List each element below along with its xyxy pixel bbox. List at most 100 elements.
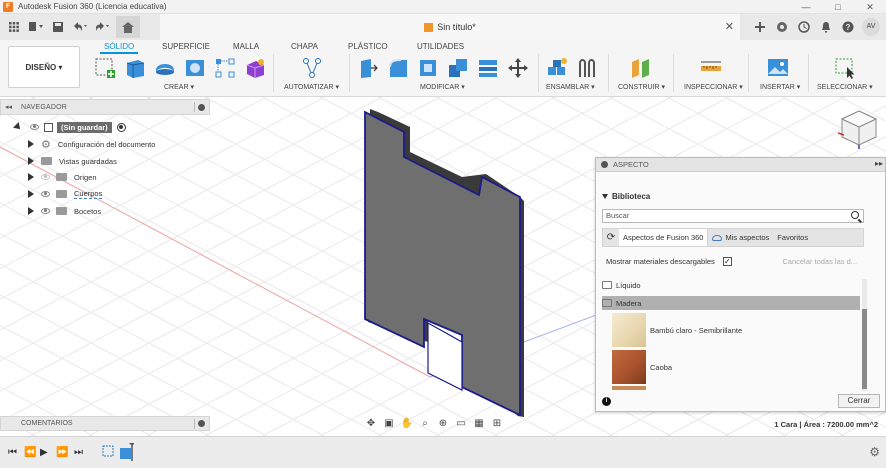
solid-body[interactable] [364, 109, 524, 417]
navigator-header[interactable]: ◂◂ NAVEGADOR [0, 99, 210, 115]
grid-settings-icon[interactable]: ▦ [472, 417, 486, 431]
group-modify-label[interactable]: MODIFICAR ▾ [420, 83, 465, 91]
search-input[interactable]: Buscar [602, 209, 864, 223]
search-icon[interactable] [851, 211, 859, 219]
cancel-downloads-link[interactable]: Cancelar todas las d... [782, 257, 857, 266]
tab-my-appearances[interactable]: Mis aspectos [708, 233, 773, 242]
pin-icon[interactable] [198, 104, 205, 111]
combine-icon[interactable] [447, 57, 469, 79]
split-body-icon[interactable] [477, 57, 499, 79]
expand-icon[interactable] [28, 140, 34, 148]
move-icon[interactable] [507, 57, 529, 79]
pattern-icon[interactable] [214, 57, 236, 79]
fit-icon[interactable]: ⊕ [436, 417, 450, 431]
scrollbar-thumb[interactable] [862, 309, 867, 389]
close-window-button[interactable]: ✕ [854, 0, 886, 14]
group-select-label[interactable]: SELECCIONAR ▾ [817, 83, 873, 91]
expand-icon[interactable] [28, 173, 34, 181]
tab-surface[interactable]: SUPERFICIE [162, 42, 210, 51]
timeline-extrude-feature-icon[interactable] [118, 443, 135, 461]
expand-panel-icon[interactable]: ▸▸ [875, 159, 883, 168]
grid-menu-icon[interactable] [6, 19, 22, 35]
group-automate-label[interactable]: AUTOMATIZAR ▾ [284, 83, 339, 91]
expand-icon[interactable] [28, 207, 34, 215]
measure-icon[interactable] [700, 57, 722, 79]
activate-radio-icon[interactable] [116, 122, 126, 132]
timeline-settings-gear-icon[interactable]: ⚙ [869, 445, 880, 459]
play-icon[interactable]: ▶ [40, 447, 48, 458]
tab-utilities[interactable]: UTILIDADES [417, 42, 464, 51]
info-icon[interactable]: i [602, 397, 611, 406]
materials-scrollbar[interactable] [862, 279, 867, 391]
job-status-icon[interactable] [796, 19, 812, 35]
extrude-icon[interactable] [124, 57, 146, 79]
go-to-end-icon[interactable]: ⏭ [74, 447, 83, 458]
automate-icon[interactable] [301, 57, 323, 79]
tab-sheet-metal[interactable]: CHAPA [291, 42, 318, 51]
group-construct-label[interactable]: CONSTRUIR ▾ [618, 83, 665, 91]
refresh-icon[interactable]: ⟳ [603, 229, 619, 246]
category-liquid[interactable]: Líquido [602, 278, 860, 292]
tab-favorites[interactable]: Favoritos [773, 233, 812, 242]
undo-icon[interactable] [72, 19, 88, 35]
minimize-button[interactable]: — [790, 0, 822, 14]
maximize-button[interactable]: □ [822, 0, 854, 14]
pin-icon[interactable] [601, 161, 608, 168]
select-icon[interactable] [834, 57, 856, 79]
file-menu-icon[interactable] [28, 19, 44, 35]
user-avatar[interactable]: AV [862, 18, 880, 36]
display-settings-icon[interactable]: ▭ [454, 417, 468, 431]
expand-icon[interactable] [28, 190, 34, 198]
notifications-icon[interactable] [818, 19, 834, 35]
new-tab-icon[interactable] [752, 19, 768, 35]
show-downloadable-checkbox[interactable]: ✓ [722, 257, 732, 266]
shell-icon[interactable] [417, 57, 439, 79]
tab-mesh[interactable]: MALLA [233, 42, 259, 51]
visibility-eye-icon[interactable] [41, 174, 50, 180]
collapse-triangle-icon[interactable] [602, 194, 608, 199]
step-forward-icon[interactable]: ⏩ [56, 447, 68, 458]
visibility-eye-icon[interactable] [30, 124, 39, 130]
hole-icon[interactable] [184, 57, 206, 79]
visibility-eye-icon[interactable] [41, 191, 50, 197]
go-to-start-icon[interactable]: ⏮ [8, 447, 17, 458]
viewports-icon[interactable]: ⊞ [490, 417, 504, 431]
comments-header[interactable]: COMENTARIOS [0, 416, 210, 431]
extensions-icon[interactable] [774, 19, 790, 35]
form-icon[interactable] [244, 57, 266, 79]
close-document-icon[interactable]: ✕ [725, 20, 734, 33]
tree-root[interactable]: (Sin guardar) [13, 120, 126, 134]
tree-item-bodies[interactable]: Cuerpos [28, 187, 103, 201]
revolve-icon[interactable] [154, 57, 176, 79]
redo-icon[interactable] [94, 19, 110, 35]
home-button[interactable] [116, 16, 140, 38]
new-component-icon[interactable] [546, 57, 568, 79]
press-pull-icon[interactable] [357, 57, 379, 79]
library-section-header[interactable]: Biblioteca [602, 192, 650, 201]
tree-item-sketches[interactable]: Bocetos [28, 204, 101, 218]
close-button[interactable]: Cerrar [838, 394, 880, 408]
group-inspect-label[interactable]: INSPECCIONAR ▾ [684, 83, 743, 91]
help-icon[interactable]: ? [840, 19, 856, 35]
tree-item-origin[interactable]: Origen [28, 170, 97, 184]
zoom-icon[interactable]: ⌕ [418, 417, 432, 431]
expand-icon[interactable] [13, 122, 23, 132]
view-cube[interactable] [836, 105, 882, 151]
group-insert-label[interactable]: INSERTAR ▾ [760, 83, 800, 91]
orbit-icon[interactable]: ✥ [364, 417, 378, 431]
tab-plastic[interactable]: PLÁSTICO [348, 42, 388, 51]
look-at-icon[interactable]: ▣ [382, 417, 396, 431]
create-sketch-icon[interactable] [94, 57, 116, 79]
tab-solid[interactable]: SÓLIDO [99, 42, 139, 54]
visibility-eye-icon[interactable] [41, 208, 50, 214]
fillet-icon[interactable] [387, 57, 409, 79]
category-wood[interactable]: Madera [602, 296, 860, 310]
document-tab[interactable]: Sin título* ✕ [160, 14, 740, 40]
save-icon[interactable] [50, 19, 66, 35]
timeline-sketch-feature-icon[interactable] [102, 445, 116, 459]
appearance-panel-header[interactable]: ASPECTO ▸▸ [596, 158, 885, 172]
group-create-label[interactable]: CREAR ▾ [164, 83, 194, 91]
material-item[interactable]: Bambú claro - Semibrillante [612, 312, 860, 348]
joint-icon[interactable] [576, 57, 598, 79]
group-assemble-label[interactable]: ENSAMBLAR ▾ [546, 83, 595, 91]
